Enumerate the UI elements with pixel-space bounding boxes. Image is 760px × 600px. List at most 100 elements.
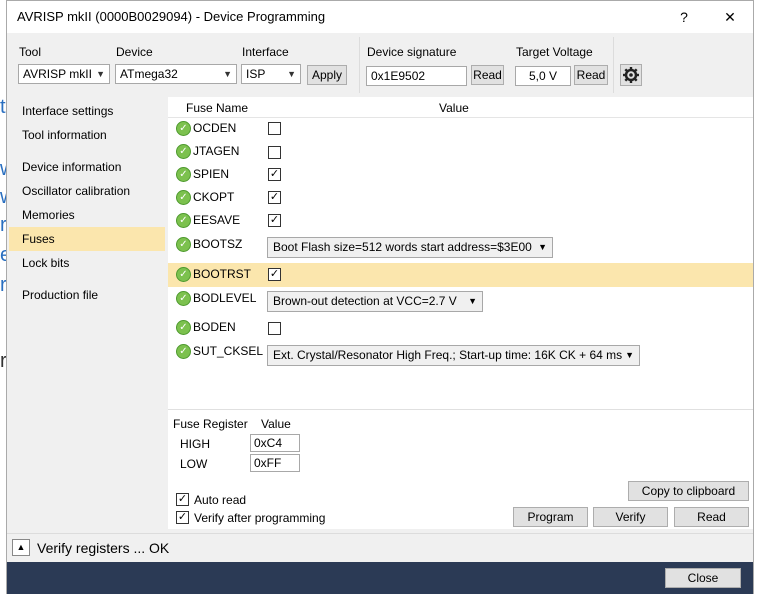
- status-bar: ▲ Verify registers ... OK: [7, 533, 753, 561]
- verify-button[interactable]: Verify: [593, 507, 668, 527]
- fuse-checkbox-ocden[interactable]: [268, 122, 281, 135]
- fuse-register-panel: Fuse Register Value HIGH 0xC4 LOW 0xFF: [168, 409, 753, 473]
- help-button[interactable]: ?: [669, 5, 699, 29]
- tool-label: Tool: [19, 45, 42, 59]
- read-button[interactable]: Read: [674, 507, 749, 527]
- column-header-fuse-name: Fuse Name: [186, 101, 249, 115]
- check-ok-icon: ✓: [176, 167, 191, 182]
- check-ok-icon: ✓: [176, 190, 191, 205]
- fuse-row-bodlevel: ✓ BODLEVEL Brown-out detection at VCC=2.…: [168, 287, 753, 315]
- device-select[interactable]: ATmega32 ▼: [115, 64, 237, 84]
- column-header-fuse-register: Fuse Register: [173, 417, 248, 431]
- check-ok-icon: ✓: [176, 344, 191, 359]
- fuse-checkbox-bootrst[interactable]: ✓: [268, 268, 281, 281]
- verify-after-programming-checkbox[interactable]: ✓: [176, 511, 189, 525]
- fuse-row-sut-cksel: ✓ SUT_CKSEL Ext. Crystal/Resonator High …: [168, 340, 753, 368]
- sidebar-item-memories[interactable]: Memories: [9, 203, 165, 227]
- fuse-checkbox-spien[interactable]: ✓: [268, 168, 281, 181]
- check-ok-icon: ✓: [176, 121, 191, 136]
- fuse-checkbox-eesave[interactable]: ✓: [268, 214, 281, 227]
- fuse-select-value: Brown-out detection at VCC=2.7 V: [273, 294, 457, 308]
- status-text: Verify registers ... OK: [37, 540, 170, 556]
- tool-select[interactable]: AVRISP mkII ▼: [18, 64, 110, 84]
- device-select-value: ATmega32: [120, 67, 178, 81]
- gear-icon: [623, 67, 639, 83]
- device-programming-window: AVRISP mkII (0000B0029094) - Device Prog…: [6, 0, 754, 594]
- check-ok-icon: ✓: [176, 213, 191, 228]
- sidebar-item-oscillator-calibration[interactable]: Oscillator calibration: [9, 179, 165, 203]
- fuse-name: BODEN: [193, 320, 236, 334]
- sidebar: Interface settings Tool information Devi…: [7, 97, 167, 529]
- chevron-down-icon: ▼: [625, 350, 634, 360]
- fuse-row-spien: ✓ SPIEN ✓: [168, 163, 753, 186]
- background-fragment: t: [0, 96, 6, 118]
- fuse-row-jtagen: ✓ JTAGEN: [168, 140, 753, 163]
- fuse-name: EESAVE: [193, 213, 241, 227]
- tool-select-value: AVRISP mkII: [23, 67, 92, 81]
- check-ok-icon: ✓: [176, 144, 191, 159]
- fuse-select-value: Boot Flash size=512 words start address=…: [273, 240, 532, 254]
- fuse-name: SPIEN: [193, 167, 230, 181]
- auto-read-option[interactable]: ✓ Auto read: [176, 493, 246, 507]
- fuse-select-bodlevel[interactable]: Brown-out detection at VCC=2.7 V ▼: [267, 291, 483, 312]
- chevron-down-icon: ▼: [287, 69, 296, 79]
- fuse-row-ocden: ✓ OCDEN: [168, 117, 753, 140]
- sidebar-item-production-file[interactable]: Production file: [9, 283, 165, 307]
- fuse-checkbox-jtagen[interactable]: [268, 146, 281, 159]
- voltage-read-button[interactable]: Read: [574, 65, 608, 85]
- chevron-down-icon: ▼: [223, 69, 232, 79]
- apply-button[interactable]: Apply: [307, 65, 347, 85]
- sidebar-item-lock-bits[interactable]: Lock bits: [9, 251, 165, 275]
- fuse-row-bootsz: ✓ BOOTSZ Boot Flash size=512 words start…: [168, 233, 753, 261]
- auto-read-checkbox[interactable]: ✓: [176, 493, 189, 507]
- interface-select[interactable]: ISP ▼: [241, 64, 301, 84]
- interface-select-value: ISP: [246, 67, 266, 81]
- fuse-select-bootsz[interactable]: Boot Flash size=512 words start address=…: [267, 237, 553, 258]
- column-header-register-value: Value: [261, 417, 291, 431]
- check-ok-icon: ✓: [176, 267, 191, 282]
- signature-label: Device signature: [367, 45, 457, 59]
- register-high-label: HIGH: [180, 437, 210, 451]
- fuse-name: JTAGEN: [193, 144, 240, 158]
- fuse-name: SUT_CKSEL: [193, 344, 264, 358]
- fuse-select-sut-cksel[interactable]: Ext. Crystal/Resonator High Freq.; Start…: [267, 345, 640, 366]
- fuse-checkbox-boden[interactable]: [268, 322, 281, 335]
- toolbar-divider: [613, 37, 614, 93]
- sidebar-item-fuses[interactable]: Fuses: [9, 227, 165, 251]
- signature-read-button[interactable]: Read: [471, 65, 504, 85]
- close-button[interactable]: Close: [665, 568, 741, 588]
- title-bar: AVRISP mkII (0000B0029094) - Device Prog…: [7, 1, 753, 33]
- fuse-name: BOOTRST: [193, 267, 252, 281]
- sidebar-item-device-information[interactable]: Device information: [9, 155, 165, 179]
- status-toggle-button[interactable]: ▲: [12, 539, 30, 556]
- column-header-value: Value: [439, 101, 469, 115]
- chevron-down-icon: ▼: [468, 296, 477, 306]
- close-window-button[interactable]: ✕: [715, 5, 745, 29]
- fuse-row-eesave: ✓ EESAVE ✓: [168, 209, 753, 232]
- register-low-field[interactable]: 0xFF: [250, 454, 300, 472]
- auto-read-label: Auto read: [194, 493, 247, 507]
- signature-field: 0x1E9502: [366, 66, 467, 86]
- sidebar-item-tool-information[interactable]: Tool information: [9, 123, 165, 147]
- sidebar-item-interface-settings[interactable]: Interface settings: [9, 99, 165, 123]
- window-title: AVRISP mkII (0000B0029094) - Device Prog…: [17, 9, 326, 24]
- dialog-footer: Close: [7, 562, 753, 594]
- toolbar-divider: [359, 37, 360, 93]
- chevron-down-icon: ▼: [538, 242, 547, 252]
- copy-to-clipboard-button[interactable]: Copy to clipboard: [628, 481, 749, 501]
- fuse-name: BODLEVEL: [193, 291, 257, 305]
- fuse-checkbox-ckopt[interactable]: ✓: [268, 191, 281, 204]
- voltage-label: Target Voltage: [516, 45, 593, 59]
- register-high-field[interactable]: 0xC4: [250, 434, 300, 452]
- verify-after-programming-option[interactable]: ✓ Verify after programming: [176, 511, 325, 525]
- settings-button[interactable]: [620, 64, 642, 86]
- fuse-row-bootrst[interactable]: ✓ BOOTRST ✓: [168, 263, 753, 287]
- interface-label: Interface: [242, 45, 289, 59]
- program-button[interactable]: Program: [513, 507, 588, 527]
- fuse-select-value: Ext. Crystal/Resonator High Freq.; Start…: [273, 348, 623, 362]
- fuse-row-ckopt: ✓ CKOPT ✓: [168, 186, 753, 209]
- device-label: Device: [116, 45, 153, 59]
- register-low-label: LOW: [180, 457, 208, 471]
- verify-after-programming-label: Verify after programming: [194, 511, 326, 525]
- fuse-row-boden: ✓ BODEN: [168, 316, 753, 339]
